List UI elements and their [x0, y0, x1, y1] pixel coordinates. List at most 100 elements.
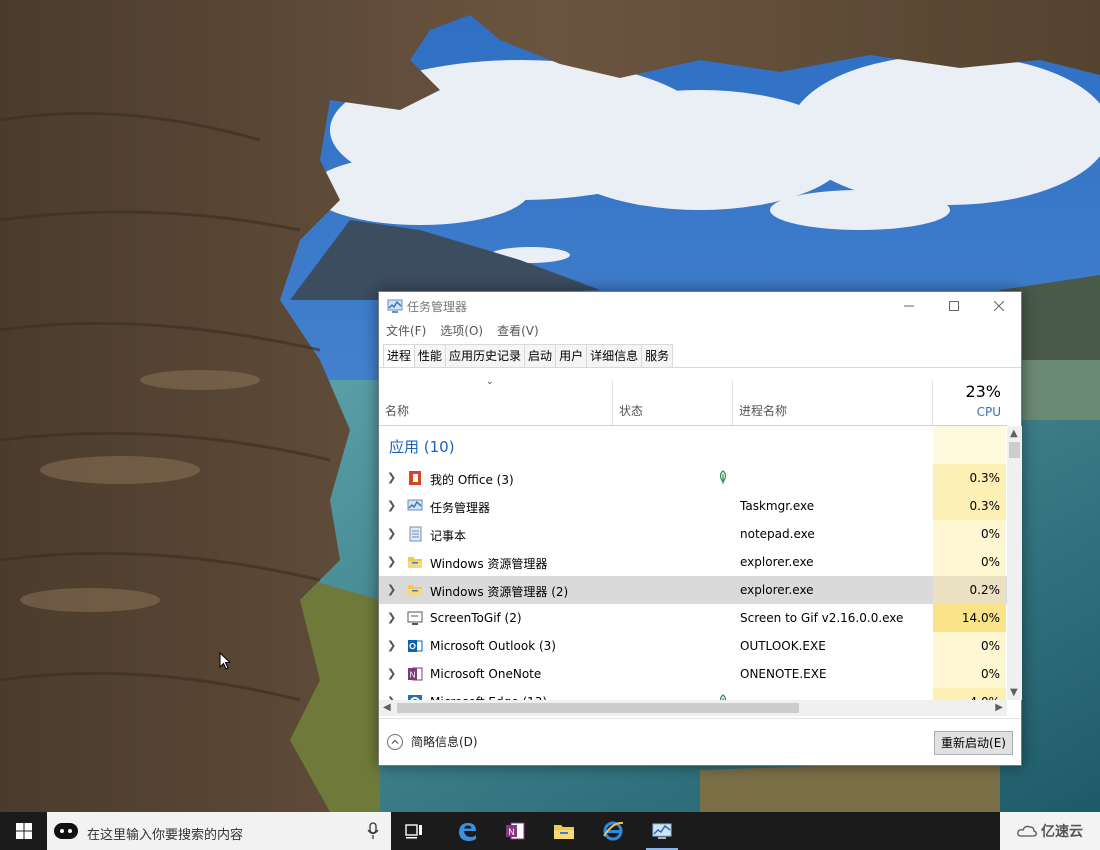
menu-options[interactable]: 选项(O) — [433, 322, 490, 340]
cpu-value: 14.0% — [961, 611, 1000, 625]
cpu-cell: 0.3% — [933, 464, 1006, 492]
cpu-value: 0% — [980, 527, 1000, 541]
screentogif-icon — [407, 611, 423, 625]
scroll-down-icon[interactable]: ▼ — [1010, 687, 1018, 698]
expand-chevron-icon[interactable]: ❯ — [387, 583, 396, 596]
start-button[interactable] — [0, 812, 47, 850]
tab-app-history[interactable]: 应用历史记录 — [446, 344, 526, 368]
horizontal-scrollbar[interactable]: ◀ ▶ — [379, 700, 1007, 716]
watermark-brand: 亿速云 — [1000, 812, 1100, 850]
cpu-total-percent: 23% — [965, 382, 1001, 401]
status-cell — [717, 470, 729, 487]
fewer-details-toggle[interactable]: 简略信息(D) — [387, 733, 478, 750]
column-header-status[interactable]: 状态 — [613, 380, 733, 425]
taskbar-onenote-button[interactable]: N — [491, 812, 539, 850]
folder-icon — [408, 557, 422, 568]
column-header-name[interactable]: ⌄ 名称 — [379, 377, 613, 425]
minimize-button[interactable] — [886, 292, 931, 320]
horizontal-scroll-thumb[interactable] — [397, 703, 799, 713]
edge-icon — [459, 823, 476, 841]
process-name: 任务管理器 — [430, 501, 491, 515]
maximize-button[interactable] — [931, 292, 976, 320]
cpu-cell: 0.3% — [933, 492, 1006, 520]
task-view-button[interactable] — [391, 812, 439, 850]
process-exe: explorer.exe — [740, 583, 814, 597]
microphone-icon[interactable] — [367, 822, 379, 840]
scroll-left-icon[interactable]: ◀ — [383, 702, 391, 713]
menu-file[interactable]: 文件(F) — [379, 322, 433, 340]
tab-services[interactable]: 服务 — [642, 344, 674, 368]
column-header-cpu[interactable]: 23% CPU — [933, 380, 1007, 425]
onenote-icon: N — [506, 822, 525, 840]
cpu-value: 0.2% — [969, 583, 1001, 597]
task-manager-window: 任务管理器 文件(F) 选项(O) 查看(V) 进程 性能 应用历史记录 启动 … — [378, 291, 1022, 766]
taskbar-task-manager-button[interactable] — [638, 812, 686, 850]
column-process-label: 进程名称 — [739, 404, 788, 418]
process-name: Microsoft OneNote — [430, 667, 542, 681]
expand-chevron-icon[interactable]: ❯ — [387, 611, 396, 624]
group-title-apps: 应用 (10) — [389, 438, 455, 456]
process-exe: Taskmgr.exe — [740, 499, 815, 513]
column-header-process[interactable]: 进程名称 — [733, 380, 933, 425]
file-explorer-icon — [554, 825, 574, 839]
title-bar[interactable]: 任务管理器 — [379, 292, 1021, 320]
process-name: Microsoft Outlook (3) — [430, 639, 556, 653]
menu-bar: 文件(F) 选项(O) 查看(V) — [379, 322, 546, 340]
process-name: ScreenToGif (2) — [430, 611, 522, 625]
cpu-cell: 0% — [933, 632, 1006, 660]
tab-details[interactable]: 详细信息 — [587, 344, 643, 368]
expand-chevron-icon[interactable]: ❯ — [387, 527, 396, 540]
column-cpu-label: CPU — [976, 405, 1001, 419]
column-header-row: ⌄ 名称 状态 进程名称 23% CPU — [379, 377, 1007, 426]
close-button[interactable] — [976, 292, 1021, 320]
expand-chevron-icon[interactable]: ❯ — [387, 555, 396, 568]
onenote-icon: N — [408, 667, 423, 681]
window-footer: 简略信息(D) 重新启动(E) — [379, 718, 1021, 767]
cpu-cell: 14.0% — [933, 604, 1006, 632]
expand-chevron-icon[interactable]: ❯ — [387, 499, 396, 512]
process-exe: ONENOTE.EXE — [740, 667, 827, 681]
expand-chevron-icon[interactable]: ❯ — [387, 639, 396, 652]
vertical-scrollbar[interactable]: ▲ ▼ — [1007, 426, 1022, 700]
expand-chevron-icon[interactable]: ❯ — [387, 667, 396, 680]
process-exe: explorer.exe — [740, 555, 814, 569]
cortana-icon[interactable] — [54, 823, 78, 839]
process-row[interactable]: ❯ Windows 资源管理器 (2) explorer.exe 0.2% — [379, 576, 1007, 604]
expand-chevron-icon[interactable]: ❯ — [387, 471, 396, 484]
tab-performance[interactable]: 性能 — [415, 344, 447, 368]
cpu-value: 0% — [980, 667, 1000, 681]
process-row[interactable]: ❯ Windows 资源管理器 explorer.exe 0% — [379, 548, 1007, 576]
tab-processes[interactable]: 进程 — [383, 344, 416, 368]
restart-button[interactable]: 重新启动(E) — [934, 731, 1013, 755]
scroll-up-icon[interactable]: ▲ — [1010, 428, 1018, 439]
process-row[interactable]: ❯Microsoft Edge (13)4.0% — [379, 688, 1007, 700]
tab-startup[interactable]: 启动 — [525, 344, 557, 368]
taskbar-ie-button[interactable] — [589, 812, 637, 850]
vertical-scroll-thumb[interactable] — [1009, 442, 1020, 458]
taskbar-edge-button[interactable] — [443, 812, 491, 850]
office-icon — [409, 471, 421, 485]
process-row[interactable]: ❯ 任务管理器 Taskmgr.exe 0.3% — [379, 492, 1007, 520]
process-name: Windows 资源管理器 — [430, 557, 548, 571]
process-row[interactable]: ❯ Microsoft Outlook (3) OUTLOOK.EXE 0% — [379, 632, 1007, 660]
internet-explorer-icon — [603, 821, 624, 841]
process-exe: notepad.exe — [740, 527, 815, 541]
process-name: 记事本 — [430, 529, 467, 543]
process-row[interactable]: ❯ ScreenToGif (2) Screen to Gif v2.16.0.0.… — [379, 604, 1007, 632]
process-exe: OUTLOOK.EXE — [740, 639, 826, 653]
tab-users[interactable]: 用户 — [556, 344, 588, 368]
process-row[interactable]: ❯ 记事本 notepad.exe 0% — [379, 520, 1007, 548]
tab-divider — [379, 367, 1021, 368]
maximize-icon — [948, 301, 959, 311]
cloud-logo-icon — [1017, 825, 1037, 837]
menu-view[interactable]: 查看(V) — [490, 322, 546, 340]
outlook-icon — [408, 640, 423, 652]
svg-text:N: N — [508, 827, 515, 837]
taskbar-file-explorer-button[interactable] — [540, 812, 588, 850]
taskbar-search-box[interactable]: 在这里输入你要搜索的内容 — [47, 812, 391, 850]
cpu-value: 0.3% — [969, 499, 1001, 513]
process-row[interactable]: ❯ N Microsoft OneNote ONENOTE.EXE 0% — [379, 660, 1007, 688]
scroll-right-icon[interactable]: ▶ — [995, 702, 1003, 713]
process-row[interactable]: ❯ 我的 Office (3) 0.3% — [379, 464, 1007, 492]
cpu-cell: 0% — [933, 548, 1006, 576]
